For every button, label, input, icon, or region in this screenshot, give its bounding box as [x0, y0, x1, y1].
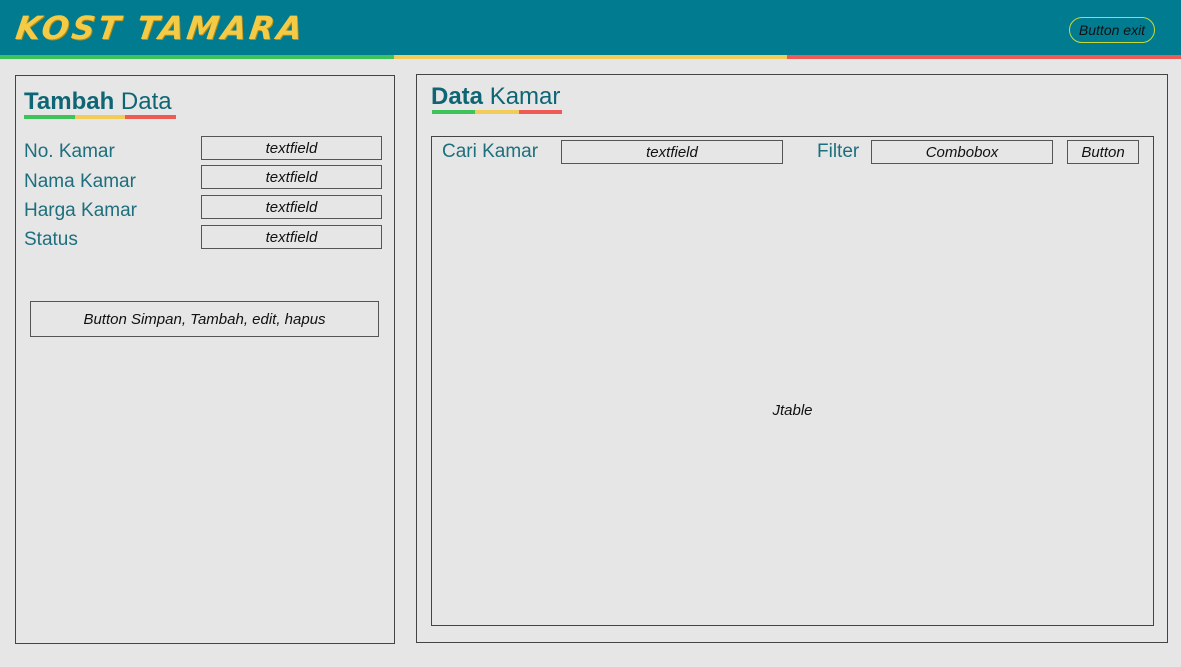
add-data-title-bold: Tambah	[24, 88, 115, 115]
header-bar: KOST TAMARA Button exit	[0, 0, 1181, 55]
header-stripe-yellow	[394, 55, 787, 59]
filter-combobox[interactable]: Combobox	[871, 140, 1053, 164]
status-label: Status	[24, 229, 78, 250]
header-stripe-green	[0, 55, 394, 59]
no-kamar-label: No. Kamar	[24, 141, 115, 162]
harga-kamar-label: Harga Kamar	[24, 200, 137, 221]
room-table[interactable]: Jtable	[432, 402, 1153, 419]
harga-kamar-field[interactable]: textfield	[201, 195, 382, 219]
nama-kamar-field[interactable]: textfield	[201, 165, 382, 189]
title-underline	[24, 115, 177, 119]
filter-label: Filter	[817, 141, 860, 162]
add-data-title-light: Data	[120, 88, 172, 115]
search-input[interactable]: textfield	[561, 140, 783, 164]
room-data-panel: Data Kamar Cari Kamar textfield Filter C…	[416, 74, 1168, 643]
exit-button[interactable]: Button exit	[1069, 17, 1155, 43]
app-logo: KOST TAMARA	[13, 9, 308, 47]
save-add-edit-delete-button[interactable]: Button Simpan, Tambah, edit, hapus	[30, 301, 379, 337]
filter-button[interactable]: Button	[1067, 140, 1139, 164]
room-data-title: Data Kamar	[431, 83, 560, 111]
title-underline	[432, 110, 562, 114]
status-field[interactable]: textfield	[201, 225, 382, 249]
room-table-area: Cari Kamar textfield Filter Combobox But…	[431, 136, 1154, 626]
room-data-title-bold: Data	[431, 83, 484, 110]
search-label: Cari Kamar	[442, 141, 539, 162]
header-stripe-red	[787, 55, 1181, 59]
room-data-title-light: Kamar	[489, 83, 561, 110]
nama-kamar-label: Nama Kamar	[24, 171, 136, 192]
add-data-panel: Tambah Data No. Kamar textfield Nama Kam…	[15, 75, 395, 644]
add-data-title: Tambah Data	[24, 88, 172, 116]
no-kamar-field[interactable]: textfield	[201, 136, 382, 160]
